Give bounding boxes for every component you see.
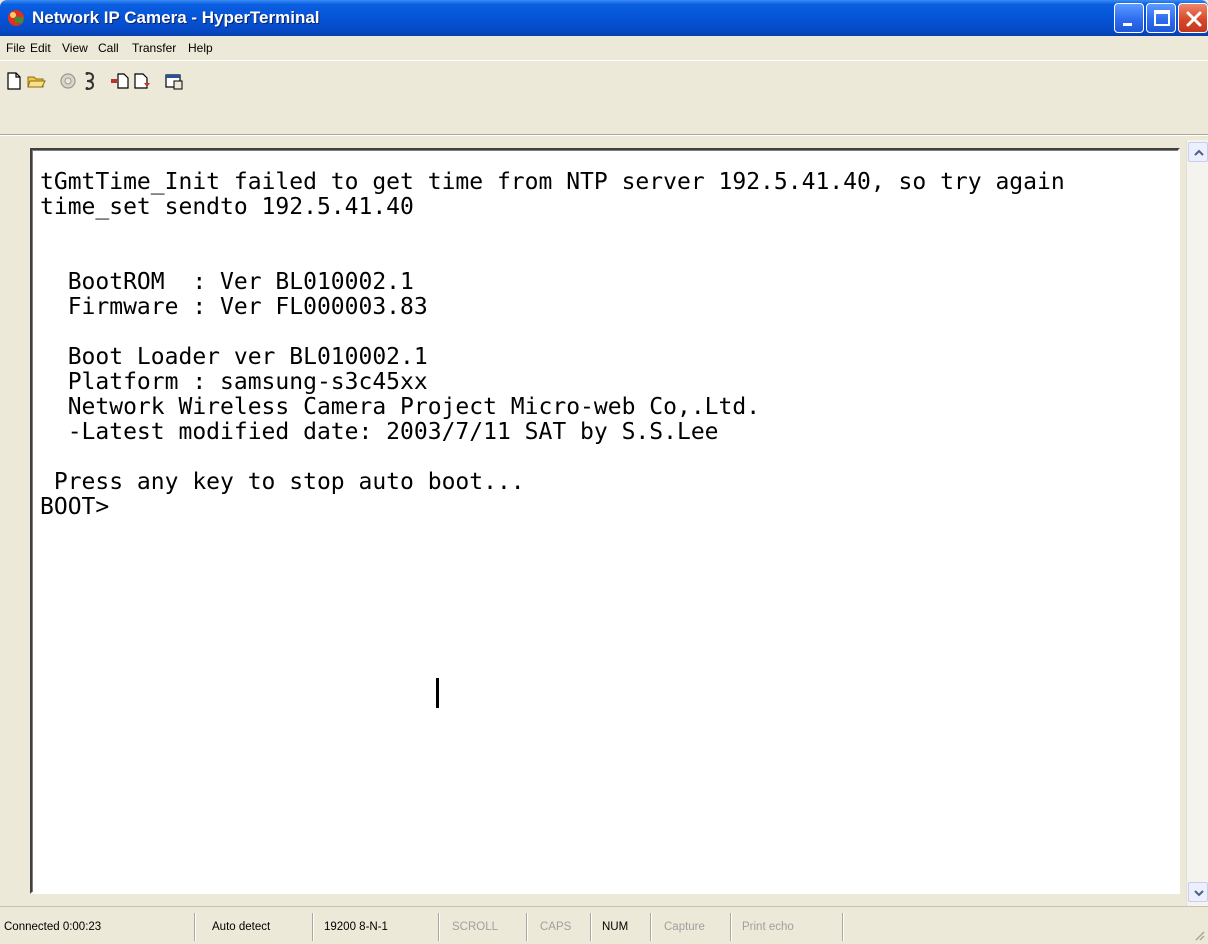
status-connected: Connected 0:00:23 [4, 921, 102, 933]
menu-help[interactable]: Help [188, 40, 213, 56]
status-settings: 19200 8-N-1 [324, 921, 388, 933]
disconnect-icon[interactable] [58, 71, 78, 91]
toolbar-divider [0, 134, 1208, 136]
chevron-down-icon [1194, 890, 1204, 897]
chevron-up-icon [1194, 149, 1204, 156]
open-icon[interactable] [26, 71, 46, 91]
menu-view[interactable]: View [62, 40, 88, 56]
status-capture: Capture [664, 921, 705, 933]
status-divider [590, 913, 592, 941]
terminal-line: BOOT> [40, 494, 110, 520]
maximize-icon [1154, 10, 1170, 26]
status-divider [194, 913, 196, 941]
terminal-line: BootROM : Ver BL010002.1 [40, 269, 414, 295]
new-connection-icon[interactable] [4, 71, 24, 91]
menu-transfer[interactable]: Transfer [132, 40, 176, 56]
terminal-line: -Latest modified date: 2003/7/11 SAT by … [40, 419, 719, 445]
close-button[interactable] [1178, 3, 1208, 33]
minimize-icon [1123, 23, 1132, 26]
toolbar [0, 60, 1208, 136]
terminal-line: Firmware : Ver FL000003.83 [40, 294, 428, 320]
status-divider [526, 913, 528, 941]
scroll-up-button[interactable] [1188, 142, 1208, 162]
maximize-button[interactable] [1146, 3, 1176, 33]
status-scroll: SCROLL [452, 921, 499, 933]
status-divider [842, 913, 844, 941]
scroll-down-button[interactable] [1188, 882, 1208, 902]
status-detect: Auto detect [212, 921, 271, 933]
menu-file[interactable]: File [6, 40, 25, 56]
menu-bar: File Edit View Call Transfer Help [0, 36, 1208, 60]
properties-icon[interactable] [164, 71, 184, 91]
menu-edit[interactable]: Edit [30, 40, 51, 56]
menu-call[interactable]: Call [98, 40, 119, 56]
status-divider [438, 913, 440, 941]
close-icon [1186, 11, 1202, 27]
status-print-echo: Print echo [742, 921, 794, 933]
connect-icon[interactable] [80, 71, 100, 91]
window-title: Network IP Camera - HyperTerminal [32, 8, 320, 27]
terminal-line: Network Wireless Camera Project Micro-we… [40, 394, 761, 420]
status-num: NUM [602, 921, 629, 933]
hyperterminal-icon [8, 10, 24, 26]
status-bar: Connected 0:00:23 Auto detect 19200 8-N-… [0, 906, 1208, 944]
title-bar[interactable]: Network IP Camera - HyperTerminal [0, 0, 1208, 36]
status-divider [650, 913, 652, 941]
terminal-line: Boot Loader ver BL010002.1 [40, 344, 428, 370]
status-divider [312, 913, 314, 941]
terminal-line: time_set sendto 192.5.41.40 [40, 194, 414, 220]
terminal-line: Platform : samsung-s3c45xx [40, 369, 428, 395]
minimize-button[interactable] [1114, 3, 1144, 33]
resize-grip-icon[interactable] [1192, 928, 1206, 942]
terminal-line: tGmtTime_Init failed to get time from NT… [40, 169, 1065, 195]
status-caps: CAPS [540, 921, 572, 933]
send-icon[interactable] [110, 71, 130, 91]
status-divider [730, 913, 732, 941]
text-cursor [436, 678, 439, 708]
receive-icon[interactable] [132, 71, 152, 91]
terminal-line: Press any key to stop auto boot... [40, 469, 525, 495]
terminal-client-area: tGmtTime_Init failed to get time from NT… [6, 140, 1186, 906]
terminal-screen[interactable]: tGmtTime_Init failed to get time from NT… [30, 148, 1180, 894]
vertical-scrollbar[interactable] [1186, 140, 1208, 906]
terminal-output: tGmtTime_Init failed to get time from NT… [40, 170, 1170, 520]
